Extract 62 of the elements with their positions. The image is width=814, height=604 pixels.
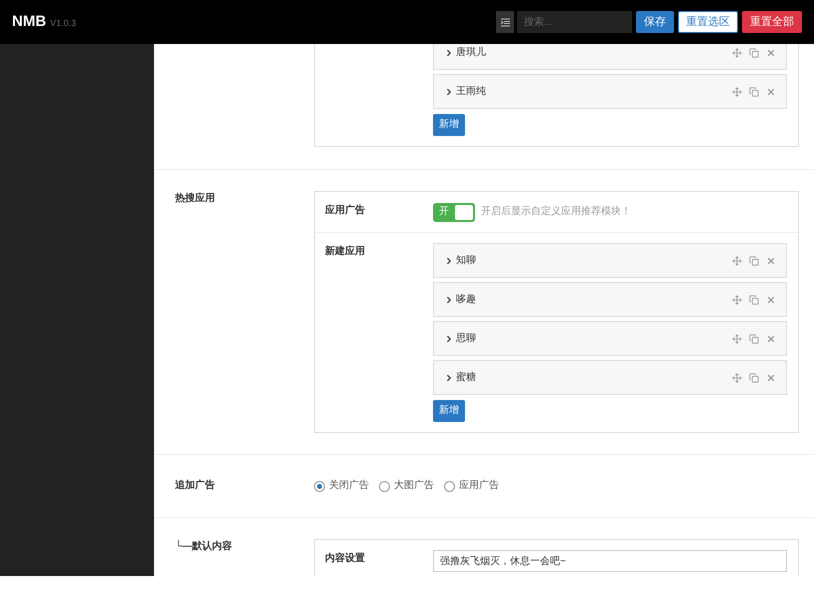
collapsible-item[interactable]: 思聊 xyxy=(433,321,787,356)
close-icon[interactable] xyxy=(766,86,776,96)
radio-button[interactable] xyxy=(314,480,325,492)
section-label: └—默认内容 xyxy=(175,541,232,552)
move-icon[interactable] xyxy=(732,86,742,96)
collapsible-item[interactable]: 蜜糖 xyxy=(433,360,787,395)
item-title: 知聊 xyxy=(456,254,476,268)
close-icon[interactable] xyxy=(766,294,776,304)
copy-icon[interactable] xyxy=(749,334,759,344)
chevron-icon xyxy=(444,334,454,344)
hint-text: 开启后显示自定义应用推荐模块！ xyxy=(481,205,631,219)
move-icon[interactable] xyxy=(732,372,742,382)
copy-icon[interactable] xyxy=(749,294,759,304)
copy-icon[interactable] xyxy=(749,372,759,382)
close-icon[interactable] xyxy=(766,372,776,382)
chevron-icon xyxy=(444,86,454,96)
header-button[interactable]: 重置选区 xyxy=(678,11,738,33)
chevron-icon xyxy=(444,48,454,58)
radio-button[interactable] xyxy=(444,480,455,492)
copy-icon[interactable] xyxy=(749,48,759,58)
item-title: 蜜糖 xyxy=(456,370,476,384)
item-title: 唐琪儿 xyxy=(456,46,486,60)
item-title: 哆趣 xyxy=(456,292,476,306)
close-icon[interactable] xyxy=(766,256,776,266)
collapsible-item[interactable]: 唐琪儿 xyxy=(433,44,787,70)
search-field[interactable]: 搜索... xyxy=(517,11,632,33)
chevron-icon xyxy=(444,372,454,382)
add-button[interactable]: 新增 xyxy=(433,400,465,422)
move-icon[interactable] xyxy=(732,334,742,344)
field-label: 新建应用 xyxy=(325,246,365,257)
chevron-icon xyxy=(444,256,454,266)
header-button[interactable]: 重置全部 xyxy=(742,11,802,33)
section-label: 追加广告 xyxy=(175,480,215,491)
toggle-label: 开 xyxy=(438,205,450,219)
collapsible-item[interactable]: 哆趣 xyxy=(433,282,787,317)
chevron-icon xyxy=(444,294,454,304)
copy-icon[interactable] xyxy=(749,86,759,96)
radio-button[interactable] xyxy=(379,480,390,492)
text-field[interactable]: 强撸灰飞烟灭，休息一会吧~ xyxy=(433,550,787,572)
move-icon[interactable] xyxy=(732,256,742,266)
logo: NMB xyxy=(12,12,46,32)
move-icon[interactable] xyxy=(732,294,742,304)
close-icon[interactable] xyxy=(766,334,776,344)
copy-icon[interactable] xyxy=(749,256,759,266)
item-title: 王雨纯 xyxy=(456,84,486,98)
collapsible-item[interactable]: 王雨纯 xyxy=(433,74,787,109)
toggle-knob xyxy=(455,204,473,220)
field-label: 应用广告 xyxy=(325,205,365,216)
move-icon[interactable] xyxy=(732,48,742,58)
sidebar-toggle-button[interactable] xyxy=(496,11,514,33)
add-button[interactable]: 新增 xyxy=(433,114,465,136)
radio-option[interactable]: 应用广告 xyxy=(444,479,499,493)
close-icon[interactable] xyxy=(766,48,776,58)
list-icon xyxy=(500,18,510,26)
radio-option[interactable]: 大图广告 xyxy=(379,479,434,493)
item-title: 思聊 xyxy=(456,332,476,346)
field-label: 内容设置 xyxy=(325,553,365,564)
header-button[interactable]: 保存 xyxy=(636,11,674,33)
section-label: 热搜应用 xyxy=(175,193,215,204)
version-label: V1.0.3 xyxy=(50,16,76,30)
collapsible-item[interactable]: 知聊 xyxy=(433,243,787,278)
radio-option[interactable]: 关闭广告 xyxy=(314,479,369,493)
